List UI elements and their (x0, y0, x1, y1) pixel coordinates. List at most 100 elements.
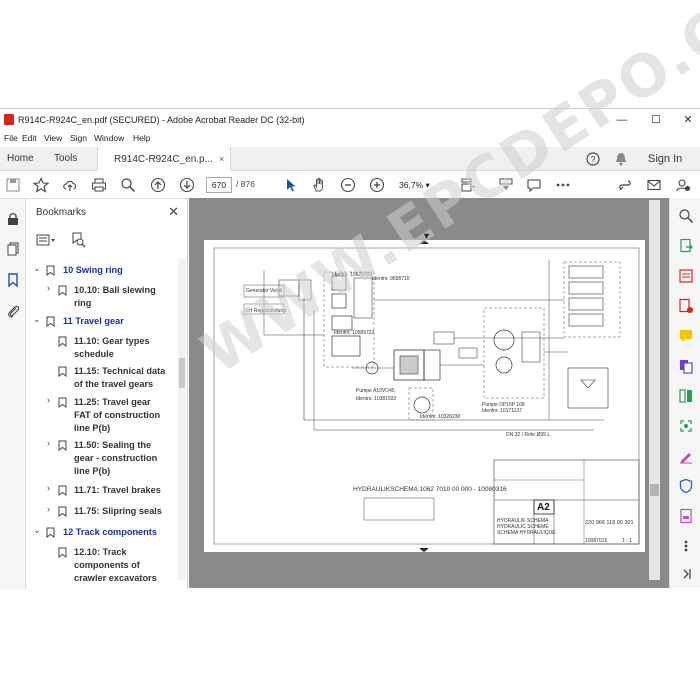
zoom-in-icon[interactable] (367, 175, 387, 195)
bookmark-label-line1: 11.10: Gear types (74, 336, 150, 346)
sign-in-link[interactable]: Sign In (648, 147, 682, 171)
page-total-count: 876 (240, 179, 255, 189)
bookmarks-scroll-thumb[interactable] (179, 358, 185, 388)
bookmarks-close-icon[interactable]: ✕ (168, 204, 179, 220)
upload-cloud-icon[interactable] (60, 175, 80, 195)
expand-chevron-icon[interactable]: › (47, 395, 50, 405)
page-number-input[interactable]: 670 (206, 177, 232, 193)
document-vertical-scrollbar[interactable] (649, 200, 660, 580)
collapse-right-panel-icon[interactable] (678, 566, 694, 582)
tab-close-icon[interactable]: × (219, 154, 224, 164)
bookmark-label-line2: of the travel gears (74, 379, 154, 389)
acrobat-app-icon (4, 114, 14, 125)
help-icon[interactable]: ? (586, 147, 600, 171)
maximize-button[interactable]: ☐ (645, 112, 667, 128)
link-sign-icon[interactable] (615, 175, 635, 195)
more-tools-icon[interactable] (553, 175, 573, 195)
drawing-label: 1 : 1 (622, 538, 632, 544)
bookmark-options-icon[interactable] (36, 233, 58, 252)
bookmark-label: 11 Travel gear (63, 316, 124, 326)
star-bookmark-icon[interactable] (31, 175, 51, 195)
bookmark-flag-icon (58, 366, 67, 377)
tab-tools[interactable]: Tools (54, 147, 77, 171)
menu-bar: File Edit View Sign Window Help (0, 131, 700, 147)
notifications-bell-icon[interactable] (615, 147, 627, 171)
enhance-scan-icon[interactable] (678, 418, 694, 434)
bookmark-label: 10.10: Ball slewing ring (74, 284, 156, 310)
edit-pdf-icon[interactable] (678, 298, 694, 314)
menu-sign[interactable]: Sign (70, 133, 87, 143)
menu-help[interactable]: Help (133, 133, 150, 143)
bookmark-label-line2: components of (74, 560, 140, 570)
bookmark-flag-icon (58, 485, 67, 496)
print-icon[interactable] (89, 175, 109, 195)
hand-tool-icon[interactable] (309, 175, 329, 195)
drawing-label: Identnr. 9658710 (372, 276, 410, 282)
lock-icon[interactable] (5, 211, 21, 227)
bookmark-flag-icon (58, 547, 67, 558)
expand-chevron-icon[interactable]: › (47, 504, 50, 514)
account-share-icon[interactable] (673, 175, 693, 195)
bookmark-label: 11.75: Slipring seals (74, 506, 162, 516)
menu-file[interactable]: File (4, 133, 18, 143)
collapse-chevron-icon[interactable]: ⌄ (33, 263, 41, 274)
zoom-search-icon[interactable] (118, 175, 138, 195)
bookmark-flag-icon (58, 285, 67, 296)
bookmark-flag-icon (46, 316, 55, 327)
comment-note-icon[interactable] (678, 328, 694, 344)
drawing-label: DN 32 / Rohr Ø35 L (506, 432, 551, 438)
collapse-chevron-icon[interactable]: ⌄ (33, 314, 41, 325)
bookmark-label-line1: 11.25: Travel gear (74, 397, 151, 407)
bookmark-label: 11.25: Travel gear FAT of construction lin… (74, 396, 160, 435)
expand-chevron-icon[interactable]: › (47, 438, 50, 448)
minimize-button[interactable]: — (611, 112, 633, 128)
page-display-icon[interactable] (458, 175, 478, 195)
expand-chevron-icon[interactable]: › (47, 283, 50, 293)
menu-window[interactable]: Window (94, 133, 124, 143)
search-zoom-icon[interactable] (678, 208, 694, 224)
more-tools-rail-icon[interactable] (678, 538, 694, 554)
bookmarks-panel-icon[interactable] (5, 272, 21, 288)
page-top-marker-icon: ▾ (424, 231, 430, 242)
zoom-dropdown-chevron-icon[interactable]: ▾ (425, 180, 429, 190)
bookmark-label-line1: 10.10: Ball slewing (74, 285, 156, 295)
main-toolbar: 670 / 876 36,7% ▾ (0, 171, 700, 199)
bookmark-label: 12 Track components (63, 527, 157, 537)
zoom-level-value: 36,7% (399, 180, 424, 190)
protect-shield-icon[interactable] (678, 478, 694, 494)
menu-view[interactable]: View (44, 133, 62, 143)
bookmarks-scrollbar[interactable] (178, 258, 186, 580)
tab-home[interactable]: Home (7, 147, 34, 171)
combine-files-icon[interactable] (678, 358, 694, 374)
drawing-label: LH Regelzündung (246, 308, 287, 314)
zoom-level-field[interactable]: 36,7% ▾ (399, 177, 435, 193)
close-button[interactable]: ✕ (677, 112, 699, 128)
redact-icon[interactable] (678, 508, 694, 524)
page-thumbnails-icon[interactable] (5, 241, 21, 257)
fill-sign-icon[interactable] (678, 448, 694, 464)
title-bar: R914C-R924C_en.pdf (SECURED) - Adobe Acr… (0, 109, 700, 131)
export-pdf-icon[interactable] (678, 238, 694, 254)
next-page-icon[interactable] (177, 175, 197, 195)
email-icon[interactable] (644, 175, 664, 195)
document-scroll-thumb[interactable] (650, 484, 659, 496)
menu-edit[interactable]: Edit (22, 133, 37, 143)
attachments-paperclip-icon[interactable] (5, 303, 21, 319)
create-pdf-icon[interactable] (678, 268, 694, 284)
find-bookmark-icon[interactable] (70, 232, 86, 253)
bookmark-label-line2: FAT of construction (74, 410, 161, 420)
scroll-mode-icon[interactable] (496, 175, 516, 195)
comment-icon[interactable] (524, 175, 544, 195)
save-icon[interactable] (3, 175, 23, 195)
previous-page-icon[interactable] (148, 175, 168, 195)
collapse-chevron-icon[interactable]: ⌄ (33, 525, 41, 536)
page-total: / 876 (236, 179, 255, 189)
select-cursor-icon[interactable] (281, 175, 301, 195)
drawing-label: Identnr. 10625700 (332, 272, 373, 278)
organize-pages-icon[interactable] (678, 388, 694, 404)
tab-document[interactable]: R914C-R924C_en.p... × (97, 147, 232, 171)
expand-chevron-icon[interactable]: › (47, 483, 50, 493)
zoom-out-icon[interactable] (338, 175, 358, 195)
tab-document-label: R914C-R924C_en.p... (114, 154, 213, 165)
bookmark-label-line1: 11.50: Sealing the (74, 440, 152, 450)
